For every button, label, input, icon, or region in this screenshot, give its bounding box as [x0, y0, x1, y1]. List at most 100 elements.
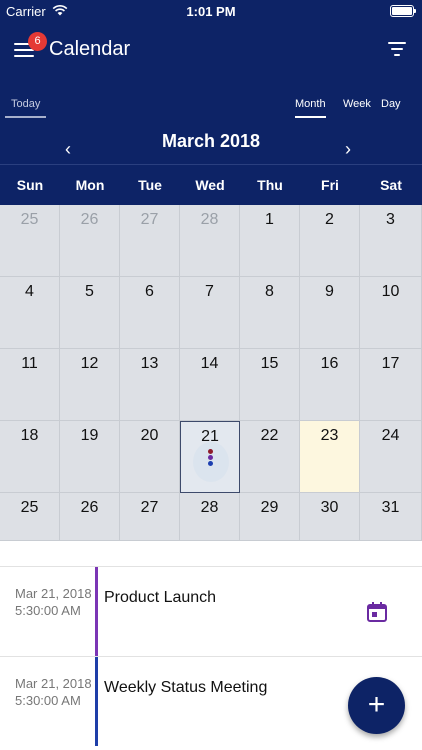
calendar-day-cell[interactable]: 28	[180, 493, 240, 541]
event-title: Weekly Status Meeting	[104, 679, 268, 696]
event-dot	[207, 455, 213, 460]
weekday-thu: Thu	[257, 177, 283, 193]
calendar-day-number: 28	[200, 499, 219, 516]
calendar-day-cell[interactable]: 29	[240, 493, 300, 541]
weekday-wed: Wed	[195, 177, 225, 193]
page-title: Calendar	[49, 38, 131, 60]
calendar-day-cell[interactable]: 24	[360, 421, 422, 493]
calendar-day-cell[interactable]: 3	[360, 205, 422, 277]
calendar-day-cell[interactable]: 23	[300, 421, 360, 493]
calendar-day-cell[interactable]: 27	[120, 205, 180, 277]
month-title: March 2018	[161, 131, 261, 151]
calendar-day-number: 16	[320, 355, 339, 372]
calendar-day-cell[interactable]: 14	[180, 349, 240, 421]
calendar-day-cell[interactable]: 11	[0, 349, 60, 421]
calendar-day-number: 23	[320, 427, 339, 444]
calendar-day-number: 13	[140, 355, 159, 372]
notification-badge: 6	[28, 32, 47, 51]
calendar-day-cell[interactable]: 15	[240, 349, 300, 421]
view-switch: Month Week Day	[295, 92, 410, 118]
calendar-day-number: 12	[80, 355, 99, 372]
calendar-day-number: 2	[325, 211, 334, 228]
calendar-day-cell[interactable]: 30	[300, 493, 360, 541]
calendar-day-cell[interactable]: 13	[120, 349, 180, 421]
calendar-day-cell[interactable]: 10	[360, 277, 422, 349]
calendar-day-cell[interactable]: 12	[60, 349, 120, 421]
event-datetime: Mar 21, 2018 5:30:00 AM	[15, 675, 92, 709]
calendar-day-number: 7	[205, 283, 214, 300]
calendar-day-cell[interactable]: 25	[0, 205, 60, 277]
event-color-bar	[95, 567, 98, 656]
calendar-day-number: 6	[145, 283, 154, 300]
calendar-day-number: 29	[260, 499, 279, 516]
calendar-day-number: 27	[140, 499, 159, 516]
calendar-day-cell[interactable]: 22	[240, 421, 300, 493]
calendar-day-number: 14	[200, 355, 219, 372]
calendar-day-cell[interactable]: 9	[300, 277, 360, 349]
filter-icon[interactable]	[388, 42, 406, 56]
calendar-icon[interactable]	[366, 601, 388, 623]
calendar-day-cell[interactable]: 21	[180, 421, 240, 493]
calendar-day-cell[interactable]: 2	[300, 205, 360, 277]
calendar-day-cell[interactable]: 25	[0, 493, 60, 541]
event-dot	[207, 449, 213, 454]
prev-month-arrow-icon[interactable]: ‹	[65, 139, 71, 160]
calendar-day-number: 18	[20, 427, 39, 444]
month-grid: 25 26 27 28 1 2 3 4 5 6 7 8 9 10 11 12 13 14 15 16 17 18 19 20 2…	[0, 205, 422, 541]
status-bar: Carrier 1:01 PM	[0, 0, 422, 24]
calendar-day-number: 10	[381, 283, 400, 300]
calendar-day-number: 25	[20, 211, 39, 228]
calendar-day-cell[interactable]: 4	[0, 277, 60, 349]
status-time: 1:01 PM	[186, 4, 236, 19]
weekday-fri: Fri	[321, 177, 339, 193]
calendar-day-cell[interactable]: 6	[120, 277, 180, 349]
calendar-day-cell[interactable]: 8	[240, 277, 300, 349]
event-datetime: Mar 21, 2018 5:30:00 AM	[15, 585, 92, 619]
calendar-day-cell[interactable]: 31	[360, 493, 422, 541]
weekday-tue: Tue	[138, 177, 162, 193]
event-list-item[interactable]: Mar 21, 2018 5:30:00 AM Product Launch	[0, 566, 422, 656]
calendar-day-cell[interactable]: 26	[60, 493, 120, 541]
event-title: Product Launch	[104, 589, 217, 606]
calendar-day-cell[interactable]: 5	[60, 277, 120, 349]
calendar-day-number: 30	[320, 499, 339, 516]
calendar-day-number: 8	[265, 283, 274, 300]
add-event-button[interactable]: +	[348, 677, 405, 734]
calendar-day-cell[interactable]: 17	[360, 349, 422, 421]
weekday-header-row: Sun Mon Tue Wed Thu Fri Sat	[0, 164, 422, 205]
event-time: 5:30:00 AM	[15, 693, 81, 708]
calendar-day-cell[interactable]: 19	[60, 421, 120, 493]
calendar-day-number: 31	[381, 499, 400, 516]
calendar-day-cell[interactable]: 20	[120, 421, 180, 493]
calendar-day-cell[interactable]: 26	[60, 205, 120, 277]
tab-day[interactable]: Day	[381, 92, 401, 116]
calendar-day-cell[interactable]: 18	[0, 421, 60, 493]
calendar-day-cell[interactable]: 1	[240, 205, 300, 277]
event-time: 5:30:00 AM	[15, 603, 81, 618]
calendar-day-cell[interactable]: 16	[300, 349, 360, 421]
weekday-mon: Mon	[75, 177, 105, 193]
calendar-day-number: 15	[260, 355, 279, 372]
calendar-day-number: 25	[20, 499, 39, 516]
event-dot	[207, 461, 213, 466]
event-dots	[181, 449, 239, 467]
next-month-arrow-icon[interactable]: ›	[345, 139, 351, 160]
tab-week[interactable]: Week	[343, 92, 371, 116]
calendar-day-number: 21	[201, 428, 219, 445]
calendar-day-cell[interactable]: 27	[120, 493, 180, 541]
calendar-day-number: 9	[325, 283, 334, 300]
calendar-day-number: 1	[265, 211, 274, 228]
tab-month[interactable]: Month	[295, 92, 326, 118]
calendar-day-number: 17	[381, 355, 400, 372]
calendar-day-number: 24	[381, 427, 400, 444]
battery-icon	[390, 5, 416, 17]
calendar-day-number: 11	[21, 355, 38, 372]
calendar-day-number: 26	[80, 211, 99, 228]
calendar-day-number: 20	[140, 427, 159, 444]
calendar-day-cell[interactable]: 7	[180, 277, 240, 349]
calendar-day-number: 28	[200, 211, 219, 228]
calendar-day-cell[interactable]: 28	[180, 205, 240, 277]
calendar-day-number: 27	[140, 211, 159, 228]
today-button[interactable]: Today	[5, 92, 46, 118]
weekday-sat: Sat	[380, 177, 402, 193]
